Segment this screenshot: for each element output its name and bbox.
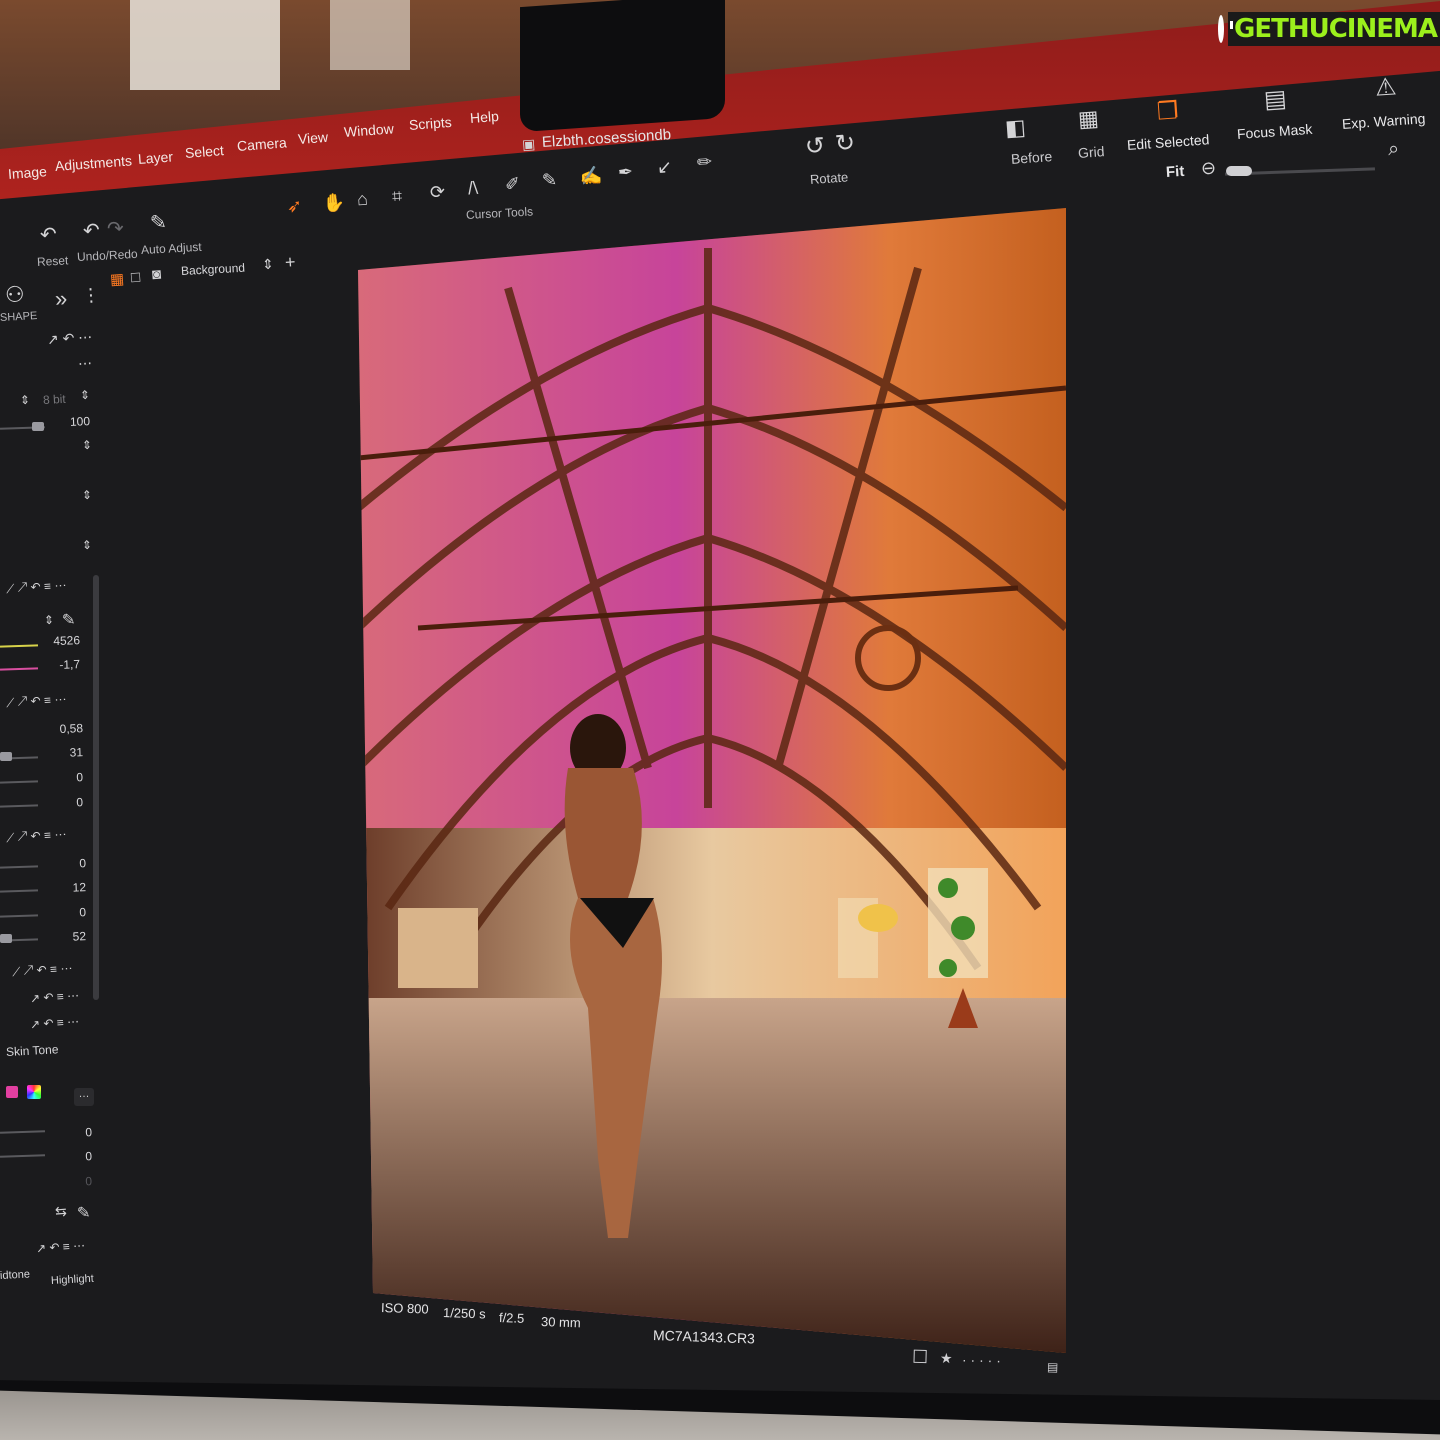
chevron-updown-icon[interactable]: ⇕ — [20, 393, 31, 408]
zoom-out-icon[interactable]: ⊖ — [1200, 157, 1217, 179]
rotate-right-icon[interactable]: ↻ — [834, 128, 856, 158]
menu-layer[interactable]: Layer — [137, 148, 173, 167]
menu-scripts[interactable]: Scripts — [408, 114, 452, 133]
room-window — [130, 0, 280, 90]
shape-icon: ⚇ — [4, 281, 26, 308]
chevron-updown-icon[interactable]: ⇕ — [44, 613, 55, 628]
grid-view-icon[interactable]: ▦ — [109, 270, 124, 289]
room-window — [330, 0, 410, 70]
shutter-info: 1/250 s — [442, 1305, 486, 1322]
arrow-icon[interactable]: ↙ — [656, 156, 673, 178]
picker-icon[interactable]: ✎ — [61, 610, 76, 631]
iso-info: ISO 800 — [380, 1300, 429, 1317]
focus-mask-icon[interactable]: ▤ — [1263, 84, 1288, 115]
skin-color-swatch[interactable] — [6, 1086, 18, 1098]
focal-info: 30 mm — [540, 1314, 581, 1331]
annotate-icon[interactable]: ✏ — [696, 151, 713, 173]
watermark-text: GETHUCINEMA — [1228, 12, 1440, 46]
brush-icon[interactable]: ✍ — [579, 165, 603, 188]
edit-selected-icon[interactable]: ❐ — [1156, 96, 1179, 126]
expand-icon[interactable]: » — [54, 286, 68, 313]
crop-icon[interactable]: ⌗ — [391, 186, 403, 208]
sidebar-scrollbar[interactable] — [93, 575, 99, 1000]
before-icon[interactable]: ◧ — [1004, 114, 1027, 141]
chevron-updown-icon[interactable]: ⇕ — [261, 256, 274, 274]
clock-icon — [1218, 15, 1233, 43]
auto-adjust-icon[interactable]: ✎ — [149, 209, 167, 235]
watermark-logo: GETHUCINEMA — [1218, 8, 1440, 50]
hand-icon[interactable]: ✋ — [322, 192, 346, 215]
skin-value-2: 0 — [85, 1149, 93, 1164]
chevron-updown-icon[interactable]: ⇕ — [82, 488, 93, 503]
highlight-value: 0 — [79, 856, 87, 871]
skin-value-1: 0 — [85, 1125, 93, 1140]
tool-icons[interactable]: ↗ ↶ ⋯ — [46, 328, 92, 348]
image-viewer[interactable] — [358, 208, 1066, 1353]
rotate-left-icon[interactable]: ↺ — [804, 131, 826, 161]
zoom-slider-knob[interactable] — [1226, 166, 1252, 176]
white-value: 52 — [72, 929, 87, 944]
shape-label: SHAPE — [0, 310, 38, 324]
tab-highlight[interactable]: Highlight — [51, 1273, 94, 1287]
bit-depth-select[interactable]: 8 bit — [43, 392, 66, 407]
skin-value-3: 0 — [85, 1174, 93, 1189]
opacity-value: 100 — [69, 414, 91, 429]
chevron-updown-icon[interactable]: ⇕ — [82, 438, 93, 453]
rotate-tool-icon[interactable]: ⟳ — [429, 181, 446, 203]
black-value: 0 — [79, 905, 87, 920]
rating-dots[interactable]: · · · · · — [962, 1351, 1001, 1368]
menu-select[interactable]: Select — [184, 142, 224, 161]
add-layer-icon[interactable]: + — [284, 252, 296, 274]
rotate-label: Rotate — [809, 169, 849, 187]
reset-label: Reset — [36, 253, 69, 269]
menu-image[interactable]: Image — [7, 163, 47, 182]
before-label: Before — [1010, 148, 1053, 167]
more-dots-icon[interactable]: ⋯ — [77, 355, 92, 373]
chevron-updown-icon[interactable]: ⇕ — [82, 538, 93, 553]
select-checkbox[interactable]: ☐ — [912, 1347, 929, 1368]
photo-image — [358, 208, 1066, 1353]
pointer-icon[interactable]: ➶ — [286, 195, 303, 217]
picker-icon[interactable]: ✎ — [76, 1203, 91, 1224]
kelvin-value: 4526 — [53, 633, 81, 649]
single-view-icon[interactable]: □ — [130, 269, 140, 287]
redo-icon[interactable]: ↷ — [106, 215, 124, 241]
picker-icon[interactable]: ✐ — [504, 173, 521, 195]
saturation-value: 0 — [76, 795, 84, 810]
skin-tone-label: Skin Tone — [5, 1042, 59, 1059]
fit-label[interactable]: Fit — [1165, 163, 1184, 181]
tab-midtone[interactable]: idtone — [0, 1268, 30, 1282]
tint-value: -1,7 — [59, 657, 81, 672]
contrast-value: 31 — [69, 745, 84, 760]
slider-knob[interactable] — [0, 752, 12, 761]
brightness-value: 0 — [76, 770, 84, 785]
warning-icon[interactable]: ⚠ — [1374, 72, 1397, 102]
pen-icon[interactable]: ✒ — [617, 161, 634, 183]
aperture-info: f/2.5 — [498, 1310, 525, 1326]
transform-icon[interactable]: ⌂ — [356, 189, 368, 211]
menu-help[interactable]: Help — [469, 108, 499, 126]
exposure-value: 0,58 — [59, 721, 84, 736]
color-tag-icon[interactable]: ▤ — [1047, 1360, 1059, 1374]
camera-view-icon[interactable]: ◙ — [151, 266, 161, 284]
reset-icon[interactable]: ↶ — [39, 221, 57, 247]
grid-label[interactable]: Grid — [1077, 143, 1105, 161]
swap-icon[interactable]: ⇆ — [54, 1203, 67, 1221]
shadow-value: 12 — [72, 880, 87, 895]
chevron-updown-icon[interactable]: ⇕ — [80, 388, 91, 403]
menu-view[interactable]: View — [297, 129, 328, 147]
slider-knob[interactable] — [0, 934, 12, 943]
more-icon[interactable]: ⋮ — [81, 284, 100, 306]
star-icon[interactable]: ★ — [940, 1350, 953, 1367]
keystone-icon[interactable]: /\ — [467, 178, 478, 200]
more-button[interactable]: … — [74, 1088, 94, 1106]
color-wheel-icon[interactable] — [27, 1085, 41, 1099]
grid-icon[interactable]: ▦ — [1077, 105, 1100, 132]
camera-notch — [520, 0, 725, 133]
undo-icon[interactable]: ↶ — [82, 217, 100, 243]
document-icon: ▣ — [521, 135, 536, 153]
search-icon[interactable]: ⌕ — [1387, 138, 1400, 162]
eraser-icon[interactable]: ✎ — [541, 169, 558, 191]
